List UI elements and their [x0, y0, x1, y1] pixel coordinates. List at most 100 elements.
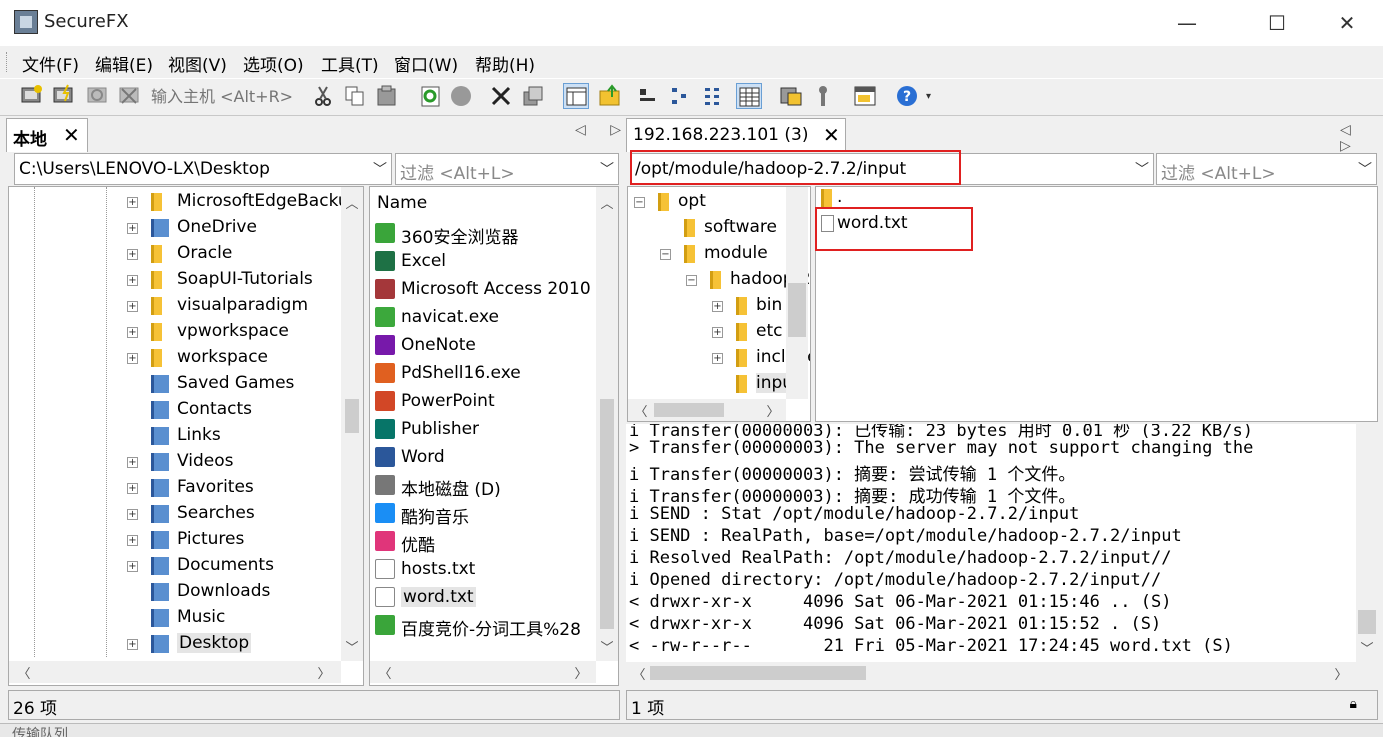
remote-tab-scroll-arrows-icon[interactable]: ◁ ▷: [1340, 122, 1383, 154]
host-input[interactable]: [149, 84, 295, 108]
scroll-thumb[interactable]: [600, 399, 614, 629]
list-item[interactable]: 酷狗音乐: [373, 501, 595, 528]
expand-icon[interactable]: +: [712, 327, 723, 338]
tree-item[interactable]: + Favorites: [9, 475, 339, 501]
details-view-icon[interactable]: [736, 83, 762, 109]
tree-item[interactable]: + Oracle: [9, 241, 339, 267]
menu-window[interactable]: 窗口(W): [394, 51, 458, 76]
column-header-name[interactable]: Name: [377, 193, 427, 219]
tree-item[interactable]: + Searches: [9, 501, 339, 527]
stop-icon[interactable]: [448, 83, 474, 109]
expand-icon[interactable]: +: [127, 327, 138, 338]
collapse-icon[interactable]: −: [634, 197, 645, 208]
scroll-right-icon[interactable]: 〉: [1330, 664, 1352, 683]
scroll-down-icon[interactable]: ﹀: [341, 637, 363, 656]
delete-icon[interactable]: [488, 83, 514, 109]
remote-tree-item[interactable]: − opt: [628, 189, 784, 215]
paste-icon[interactable]: [374, 83, 400, 109]
expand-icon[interactable]: +: [127, 483, 138, 494]
expand-icon[interactable]: +: [127, 561, 138, 572]
remote-tree-vscrollbar[interactable]: [786, 187, 808, 399]
menu-tools[interactable]: 工具(T): [321, 51, 379, 76]
tree-item[interactable]: + visualparadigm: [9, 293, 339, 319]
connect-icon[interactable]: [18, 83, 44, 109]
scroll-down-icon[interactable]: ﹀: [596, 637, 618, 656]
menu-view[interactable]: 视图(V): [168, 51, 227, 76]
scroll-right-icon[interactable]: 〉: [313, 663, 335, 682]
list-item[interactable]: word.txt: [373, 585, 595, 611]
list-item[interactable]: PowerPoint: [373, 389, 595, 415]
disconnect-icon[interactable]: [116, 83, 142, 109]
local-tree-hscrollbar[interactable]: 〈 〉: [9, 661, 341, 683]
menu-file[interactable]: 文件(F): [22, 51, 79, 76]
scroll-up-icon[interactable]: ︿: [341, 193, 363, 212]
quick-connect-icon[interactable]: [50, 83, 76, 109]
sync-browse-icon[interactable]: [563, 83, 589, 109]
remote-tree-item[interactable]: +include: [628, 345, 810, 371]
close-button[interactable]: ✕: [1324, 0, 1370, 46]
cut-icon[interactable]: [310, 83, 336, 109]
remote-filter-input[interactable]: 过滤 <Alt+L> ﹀: [1156, 153, 1377, 185]
scroll-down-icon[interactable]: ﹀: [1356, 638, 1378, 657]
list-item[interactable]: 百度竞价-分词工具%28: [373, 613, 595, 640]
expand-icon[interactable]: +: [127, 197, 138, 208]
expand-icon[interactable]: +: [127, 249, 138, 260]
remote-tree-hscrollbar[interactable]: 〈 〉: [628, 399, 786, 421]
refresh-icon[interactable]: [418, 83, 444, 109]
scroll-thumb[interactable]: [788, 283, 806, 337]
list-item[interactable]: 360安全浏览器: [373, 221, 595, 248]
tree-item[interactable]: + Desktop: [9, 631, 339, 657]
session-log[interactable]: i Transfer(00000003): 已传输: 23 bytes 用时 0…: [626, 424, 1356, 662]
list-item[interactable]: 优酷: [373, 529, 595, 556]
tree-item[interactable]: Downloads: [9, 579, 339, 605]
remote-tree-panel[interactable]: − opt software − module −hadoop-2.7.2 + bin + etc…: [627, 186, 811, 422]
list-item[interactable]: navicat.exe: [373, 305, 595, 331]
tree-item[interactable]: + OneDrive: [9, 215, 339, 241]
expand-icon[interactable]: +: [127, 457, 138, 468]
expand-icon[interactable]: +: [127, 639, 138, 650]
list-item[interactable]: Excel: [373, 249, 595, 275]
maximize-button[interactable]: ☐: [1254, 0, 1300, 46]
expand-icon[interactable]: +: [127, 353, 138, 364]
chevron-down-icon[interactable]: ﹀: [600, 159, 614, 179]
chevron-down-icon[interactable]: ﹀: [373, 159, 387, 179]
scroll-left-icon[interactable]: 〈: [630, 401, 652, 420]
tree-item[interactable]: Saved Games: [9, 371, 339, 397]
scroll-up-icon[interactable]: ︿: [596, 193, 618, 212]
list-view-icon[interactable]: [702, 83, 728, 109]
tree-item[interactable]: + SoapUI-Tutorials: [9, 267, 339, 293]
scroll-thumb[interactable]: [654, 403, 724, 417]
up-folder-icon[interactable]: [597, 83, 623, 109]
large-icons-view-icon[interactable]: [636, 83, 662, 109]
help-icon[interactable]: ?: [894, 83, 920, 109]
close-tab-icon[interactable]: ✕: [63, 123, 80, 147]
tree-item[interactable]: + Pictures: [9, 527, 339, 553]
local-filter-input[interactable]: 过滤 <Alt+L> ﹀: [395, 153, 619, 185]
close-tab-icon[interactable]: ✕: [823, 123, 840, 147]
tree-item[interactable]: + vpworkspace: [9, 319, 339, 345]
list-item[interactable]: 本地磁盘 (D): [373, 473, 595, 500]
list-item[interactable]: Microsoft Access 2010: [373, 277, 595, 303]
list-item[interactable]: OneNote: [373, 333, 595, 359]
tree-item[interactable]: + workspace: [9, 345, 339, 371]
remote-tree-item[interactable]: + bin: [628, 293, 784, 319]
menu-help[interactable]: 帮助(H): [475, 51, 535, 76]
list-item[interactable]: PdShell16.exe: [373, 361, 595, 387]
tree-item[interactable]: + MicrosoftEdgeBackups: [9, 189, 363, 215]
menu-options[interactable]: 选项(O): [243, 51, 304, 76]
tree-item[interactable]: + Videos: [9, 449, 339, 475]
expand-icon[interactable]: +: [712, 301, 723, 312]
list-item[interactable]: Publisher: [373, 417, 595, 443]
remote-tree-item[interactable]: + etc: [628, 319, 784, 345]
log-hscrollbar[interactable]: 〈 〉: [626, 662, 1378, 684]
local-file-list[interactable]: Name 360安全浏览器 Excel Microsoft Access 2010 n…: [369, 186, 619, 686]
local-tab-scroll-arrows-icon[interactable]: ◁ ▷: [575, 122, 631, 138]
list-item[interactable]: Word: [373, 445, 595, 471]
remote-tree-item[interactable]: −hadoop-2.7.2: [628, 267, 810, 293]
session-options-icon[interactable]: [852, 83, 878, 109]
toolbar-overflow-chevron-icon[interactable]: ▾: [926, 91, 931, 102]
scroll-thumb[interactable]: [345, 399, 359, 433]
remote-tree-item[interactable]: software: [628, 215, 784, 241]
expand-icon[interactable]: +: [712, 353, 723, 364]
scroll-thumb[interactable]: [1358, 610, 1376, 634]
